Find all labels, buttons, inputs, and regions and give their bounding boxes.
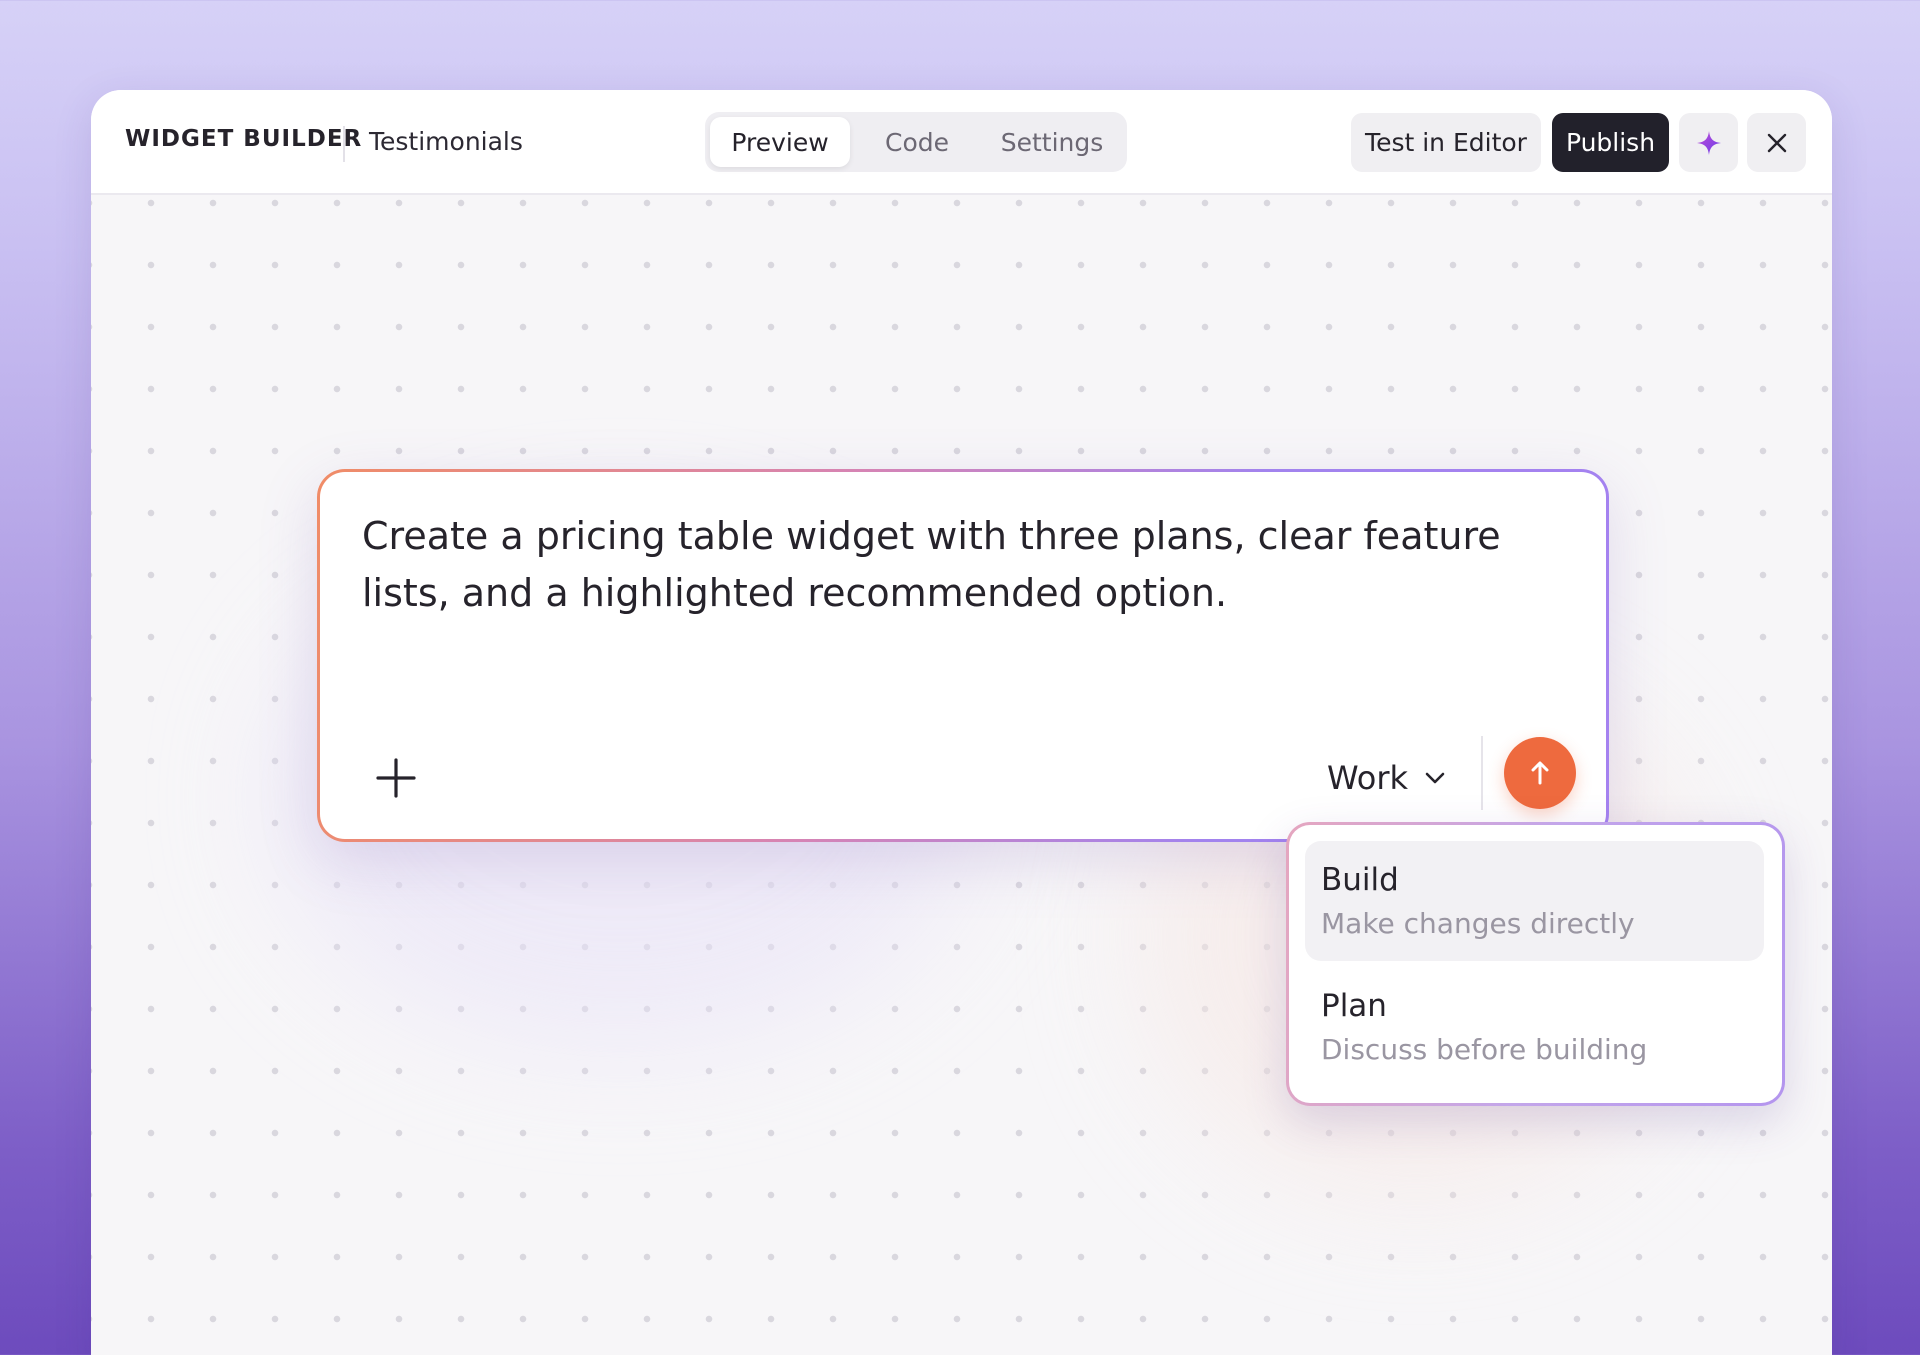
- option-description: Discuss before building: [1321, 1033, 1648, 1066]
- tab-settings[interactable]: Settings: [983, 117, 1121, 167]
- ai-assistant-button[interactable]: [1679, 113, 1738, 172]
- mode-option-build[interactable]: Build Make changes directly: [1305, 841, 1764, 961]
- attach-button[interactable]: [372, 754, 420, 802]
- send-button[interactable]: [1504, 737, 1576, 809]
- prompt-box: Create a pricing table widget with three…: [320, 472, 1606, 839]
- app-brand: WIDGET BUILDER: [125, 126, 363, 152]
- mode-dropdown-panel: Build Make changes directly Plan Discuss…: [1289, 825, 1782, 1103]
- view-tabs: Preview Code Settings: [705, 112, 1127, 172]
- chevron-down-icon: [1425, 772, 1445, 784]
- prompt-card: Create a pricing table widget with three…: [317, 469, 1609, 842]
- option-title: Build: [1321, 862, 1399, 898]
- sparkle-icon: [1696, 130, 1721, 155]
- arrow-up-icon: [1531, 761, 1549, 785]
- publish-button[interactable]: Publish: [1552, 113, 1669, 172]
- mode-select-value: Work: [1327, 759, 1409, 797]
- top-bar: WIDGET BUILDER Testimonials Preview Code…: [91, 90, 1832, 195]
- tab-code[interactable]: Code: [857, 117, 977, 167]
- plus-icon: [376, 758, 416, 798]
- option-description: Make changes directly: [1321, 907, 1635, 940]
- prompt-input[interactable]: Create a pricing table widget with three…: [362, 508, 1546, 622]
- mode-option-plan[interactable]: Plan Discuss before building: [1305, 967, 1764, 1087]
- tab-preview[interactable]: Preview: [710, 117, 850, 167]
- document-name[interactable]: Testimonials: [369, 127, 523, 156]
- option-title: Plan: [1321, 988, 1387, 1024]
- mode-select[interactable]: Work: [1327, 757, 1448, 799]
- header-divider: [343, 126, 345, 162]
- test-in-editor-button[interactable]: Test in Editor: [1351, 113, 1541, 172]
- mode-dropdown: Build Make changes directly Plan Discuss…: [1286, 822, 1785, 1106]
- toolbar-separator: [1481, 736, 1483, 810]
- close-button[interactable]: [1747, 113, 1806, 172]
- close-icon: [1767, 133, 1786, 152]
